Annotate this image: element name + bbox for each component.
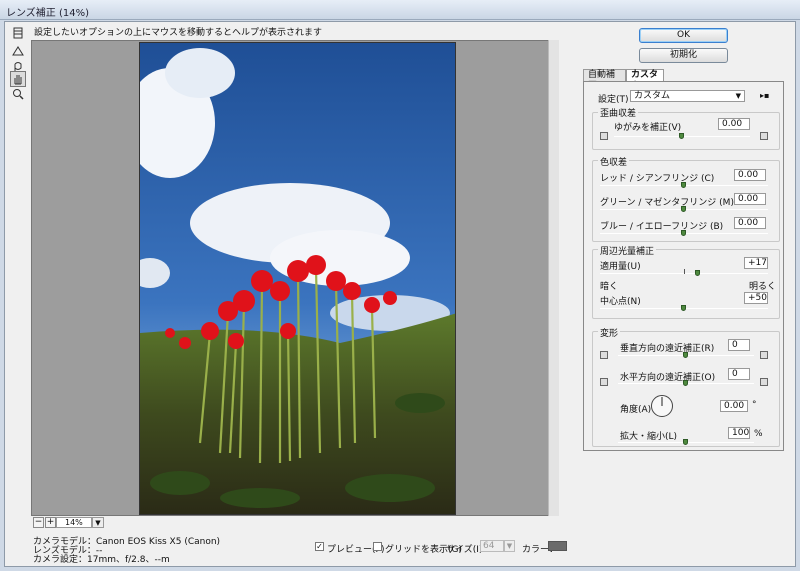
- reset-button[interactable]: 初期化: [639, 48, 728, 63]
- scale-label: 拡大・縮小(L): [620, 432, 678, 442]
- settings-dropdown[interactable]: カスタム ▼: [630, 90, 745, 102]
- vignette-midpoint-label: 中心点(N): [600, 297, 641, 307]
- scale-slider-thumb[interactable]: [683, 439, 688, 445]
- settings-value: カスタム: [634, 91, 671, 101]
- horizontal-perspective-minus-icon: [600, 378, 608, 386]
- preview-image: [139, 42, 456, 515]
- ok-button[interactable]: OK: [639, 28, 728, 43]
- grid-size-dropdown-icon[interactable]: ▼: [504, 540, 515, 552]
- transform-title: 変形: [598, 326, 621, 339]
- green-magenta-slider-thumb[interactable]: [681, 206, 686, 212]
- grid-color-swatch[interactable]: [548, 541, 567, 551]
- zoom-tool-icon[interactable]: [10, 86, 26, 102]
- vertical-perspective-minus-icon: [600, 351, 608, 359]
- vignette-midpoint-field[interactable]: +50: [744, 292, 768, 304]
- camera-settings: カメラ設定：17mm、f/2.8、--m: [33, 555, 170, 565]
- angle-unit: °: [752, 400, 757, 410]
- tab-auto-correction[interactable]: 自動補正: [583, 69, 626, 91]
- green-magenta-label: グリーン / マゼンタフリンジ (M): [600, 198, 734, 208]
- blue-yellow-slider-thumb[interactable]: [681, 230, 686, 236]
- show-grid-checkbox[interactable]: [373, 542, 382, 551]
- distortion-field[interactable]: 0.00: [718, 118, 750, 130]
- zoom-level-field[interactable]: 14%: [56, 517, 92, 528]
- horizontal-perspective-plus-icon: [760, 378, 768, 386]
- straighten-tool-icon[interactable]: [10, 43, 26, 59]
- pincushion-icon: [600, 132, 608, 140]
- vignette-amount-field[interactable]: +17: [744, 257, 768, 269]
- help-text: 設定したいオプションの上にマウスを移動するとヘルプが表示されます: [34, 28, 323, 38]
- lighten-label: 明るく: [749, 282, 777, 292]
- help-bar: 設定したいオプションの上にマウスを移動するとヘルプが表示されます: [30, 22, 582, 39]
- vignette-midpoint-slider-thumb[interactable]: [681, 305, 686, 311]
- distortion-title: 歪曲収差: [598, 106, 639, 119]
- preview-checkbox[interactable]: ✓: [315, 542, 324, 551]
- angle-field[interactable]: 0.00: [720, 400, 748, 412]
- distortion-label: ゆがみを補正(V): [614, 123, 682, 133]
- horizontal-perspective-field[interactable]: 0: [728, 368, 750, 380]
- blue-yellow-label: ブルー / イエローフリンジ (B): [600, 222, 724, 232]
- blue-yellow-field[interactable]: 0.00: [734, 217, 766, 229]
- zoom-out-button[interactable]: −: [33, 517, 44, 528]
- chromatic-title: 色収差: [598, 155, 630, 168]
- grid-size-field[interactable]: 64: [480, 540, 504, 552]
- chevron-down-icon: ▼: [735, 92, 741, 100]
- title-bar: レンズ補正 (14%): [0, 0, 800, 20]
- hand-tool-icon[interactable]: [10, 71, 26, 87]
- remove-distortion-tool-icon[interactable]: [10, 25, 26, 41]
- window-title: レンズ補正 (14%): [6, 8, 90, 19]
- vignette-center-tick: [684, 269, 685, 274]
- vertical-perspective-field[interactable]: 0: [728, 339, 750, 351]
- scale-unit: %: [754, 429, 763, 439]
- barrel-icon: [760, 132, 768, 140]
- horizontal-perspective-label: 水平方向の遠近補正(O): [620, 373, 716, 383]
- vignette-amount-label: 適用量(U): [600, 262, 641, 272]
- red-cyan-slider-thumb[interactable]: [681, 182, 686, 188]
- vertical-perspective-label: 垂直方向の遠近補正(R): [620, 344, 715, 354]
- tab-custom[interactable]: カスタム: [626, 69, 664, 91]
- zoom-dropdown-icon[interactable]: ▼: [92, 517, 104, 528]
- custom-panel: 設定(T)： カスタム ▼ ▸▪ 歪曲収差 ゆがみを補正(V) 0.00 色収差…: [583, 81, 784, 451]
- distortion-slider-thumb[interactable]: [679, 133, 684, 139]
- green-magenta-field[interactable]: 0.00: [734, 193, 766, 205]
- vertical-scrollbar[interactable]: [548, 40, 559, 516]
- vignette-title: 周辺光量補正: [598, 244, 657, 257]
- scale-field[interactable]: 100: [728, 427, 750, 439]
- zoom-in-button[interactable]: +: [45, 517, 56, 528]
- red-cyan-field[interactable]: 0.00: [734, 169, 766, 181]
- red-cyan-label: レッド / シアンフリンジ (C): [600, 174, 715, 184]
- angle-dial-icon[interactable]: [650, 394, 674, 418]
- vertical-perspective-plus-icon: [760, 351, 768, 359]
- vertical-perspective-slider-thumb[interactable]: [683, 352, 688, 358]
- panel-menu-icon[interactable]: ▸▪: [760, 91, 769, 100]
- darken-label: 暗く: [600, 282, 619, 292]
- horizontal-perspective-slider-thumb[interactable]: [683, 380, 688, 386]
